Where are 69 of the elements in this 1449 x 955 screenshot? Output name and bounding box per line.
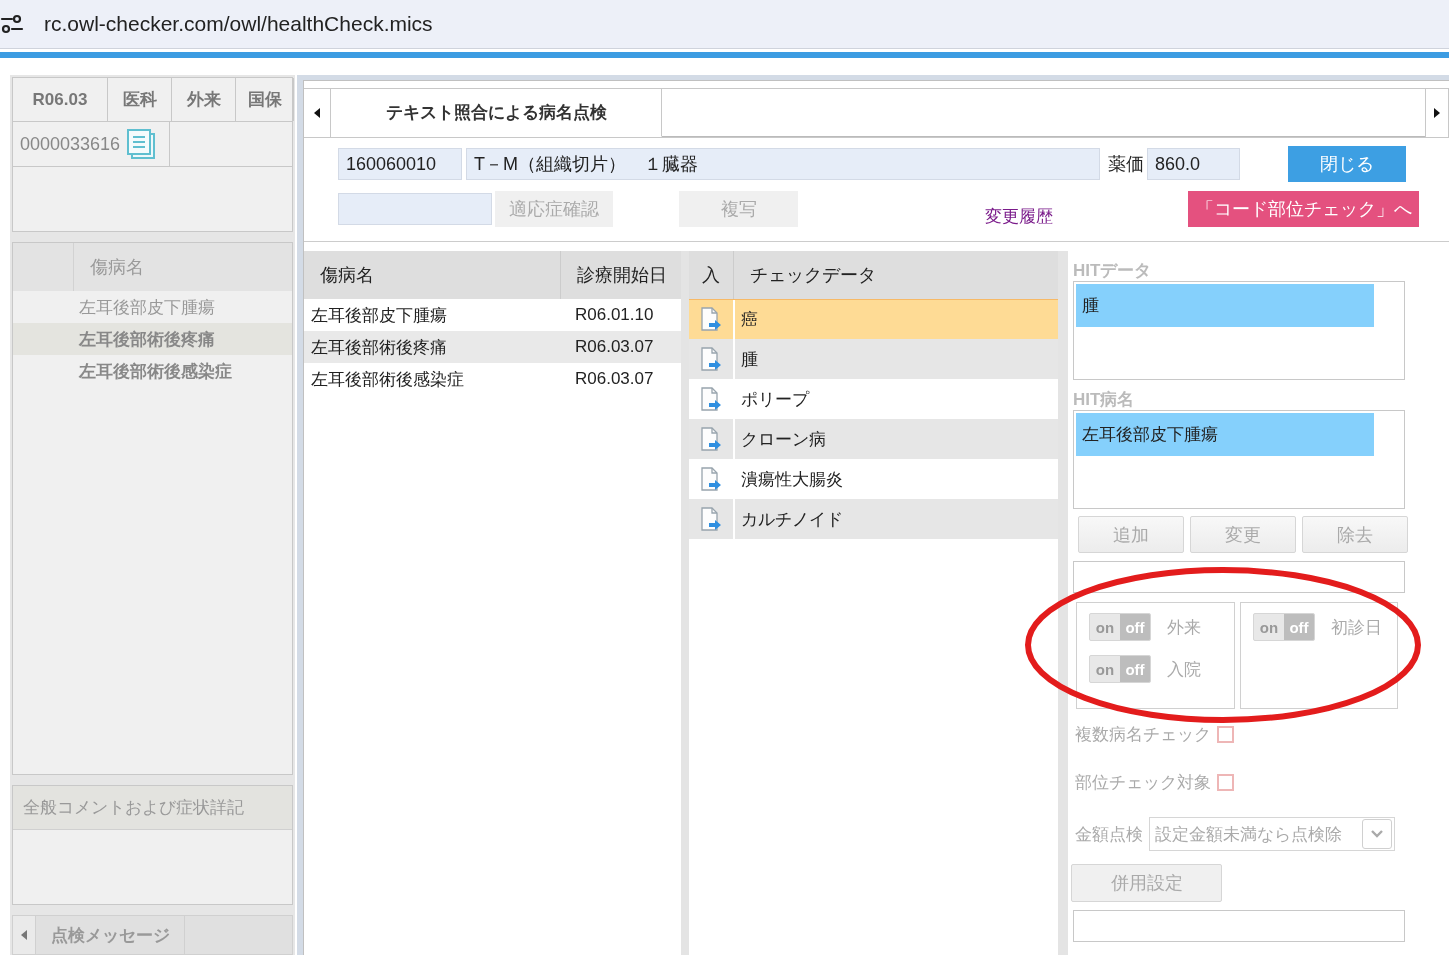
toggle-label: 入院 xyxy=(1167,658,1201,681)
tune-icon[interactable] xyxy=(0,12,24,36)
search-field[interactable] xyxy=(338,193,492,225)
caret-left-icon xyxy=(21,930,27,940)
name-field[interactable]: T－M（組織切片） １臓器 xyxy=(466,148,1100,180)
list-item[interactable]: 腫 xyxy=(1076,284,1374,327)
header-cell: R06.03 xyxy=(13,78,108,121)
text-field[interactable] xyxy=(1073,561,1405,593)
document-arrow-icon xyxy=(700,506,722,532)
text-field[interactable] xyxy=(1073,910,1405,942)
document-arrow-icon xyxy=(700,307,722,332)
toggle-label: 外来 xyxy=(1167,616,1201,639)
scroll-left-button[interactable] xyxy=(13,916,36,954)
header-cell: 医科 xyxy=(108,78,172,121)
table-row[interactable]: 癌 xyxy=(689,299,1058,339)
switch-on-label: on xyxy=(1094,617,1116,638)
table-cell-text: クローン病 xyxy=(740,428,826,451)
table-cell-text: 左耳後部術後疼痛 xyxy=(310,336,448,359)
group-label: HITデータ xyxy=(1073,261,1153,281)
table-cell-text: 潰瘍性大腸炎 xyxy=(740,468,843,491)
amount-check-label: 金額点検 xyxy=(1075,823,1143,846)
checkbox[interactable] xyxy=(1217,773,1234,791)
table-cell-text: 左耳後部術後感染症 xyxy=(310,368,465,391)
table-cell-text: R06.03.07 xyxy=(574,337,654,357)
switch-on-label: on xyxy=(1258,617,1280,638)
column-header: チェックデータ xyxy=(749,264,876,287)
code-site-check-button[interactable]: 「コード部位チェック」へ xyxy=(1188,191,1419,227)
column-header: 傷病名 xyxy=(89,256,144,279)
document-arrow-icon xyxy=(700,346,722,372)
caret-left-icon xyxy=(314,108,320,118)
table-cell-text: 腫 xyxy=(740,348,758,371)
caret-right-icon xyxy=(1434,108,1440,118)
select-value: 設定金額未満なら点検除 xyxy=(1155,823,1342,846)
table-cell-text: R06.03.07 xyxy=(574,369,654,389)
switch-off-label: off xyxy=(1284,614,1314,640)
checkbox[interactable] xyxy=(1217,725,1234,743)
header-cell: 国保 xyxy=(236,78,294,121)
table-cell-text: 癌 xyxy=(740,309,758,331)
table-cell-text: カルチノイド xyxy=(740,508,843,531)
patient-id: 0000033616 xyxy=(20,133,121,155)
hit-data-list[interactable]: 腫 xyxy=(1073,281,1405,380)
checkbox-label: 複数病名チェック xyxy=(1075,723,1211,746)
chevron-down-icon xyxy=(1371,830,1383,838)
code-field[interactable]: 160060010 xyxy=(338,148,462,180)
price-field[interactable]: 860.0 xyxy=(1147,148,1240,180)
column-header: 傷病名 xyxy=(304,251,561,299)
hit-disease-list[interactable]: 左耳後部皮下腫瘍 xyxy=(1073,410,1405,509)
table-row[interactable]: クローン病 xyxy=(689,419,1058,459)
switch-off-label: off xyxy=(1120,656,1150,682)
checkbox-label: 部位チェック対象 xyxy=(1075,771,1211,794)
price-label: 薬価 xyxy=(1108,153,1144,176)
url-text[interactable]: rc.owl-checker.com/owl/healthCheck.mics xyxy=(44,12,433,36)
history-link[interactable]: 変更履歴 xyxy=(985,204,1053,228)
document-arrow-icon xyxy=(700,386,722,412)
switch-off-label: off xyxy=(1120,614,1150,640)
document-arrow-icon xyxy=(700,466,722,492)
toggle-label: 初診日 xyxy=(1331,616,1382,639)
list-item[interactable]: 左耳後部皮下腫瘍 xyxy=(1076,413,1374,456)
switch-on-label: on xyxy=(1094,659,1116,680)
table-row[interactable]: カルチノイド xyxy=(689,499,1058,539)
table-cell-text: ポリープ xyxy=(740,388,809,411)
table-row[interactable]: 腫 xyxy=(689,339,1058,379)
section-header: 全般コメントおよび症状詳記 xyxy=(13,786,292,830)
table-cell-text: R06.01.10 xyxy=(574,305,654,325)
group-label: HIT病名 xyxy=(1073,390,1136,410)
header-cell: 外来 xyxy=(172,78,236,121)
column-header: 診療開始日 xyxy=(576,264,667,287)
table-cell-text: 左耳後部皮下腫瘍 xyxy=(310,304,448,327)
document-arrow-icon xyxy=(700,426,722,452)
